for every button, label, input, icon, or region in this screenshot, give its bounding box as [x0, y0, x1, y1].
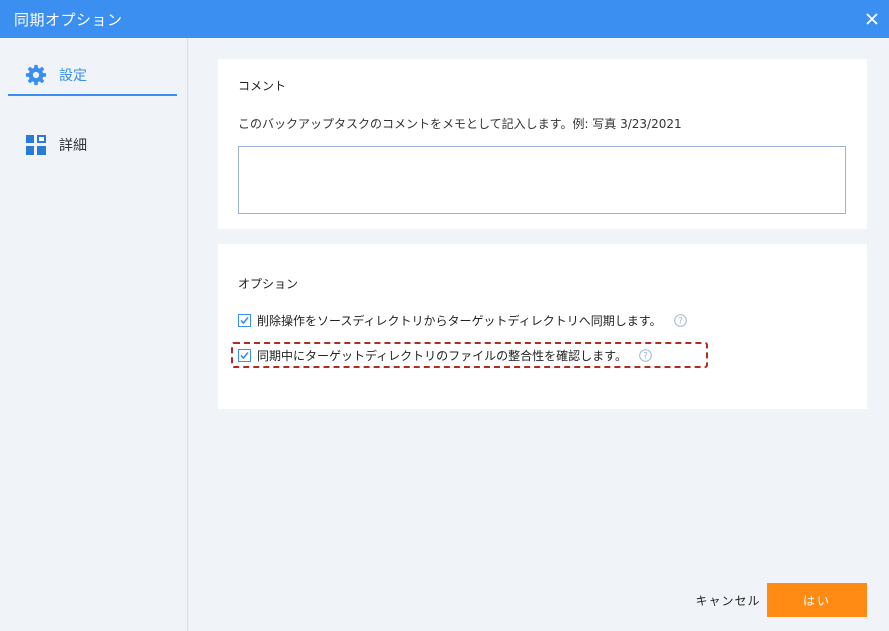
gear-icon [25, 64, 47, 86]
option-label: 削除操作をソースディレクトリからターゲットディレクトリへ同期します。 [257, 314, 662, 328]
sidebar: 設定 詳細 [0, 38, 188, 631]
close-button[interactable] [857, 4, 887, 34]
close-icon [866, 13, 878, 25]
highlight-box [231, 342, 708, 368]
window-title: 同期オプション [14, 11, 123, 29]
sidebar-item-label: 設定 [59, 68, 87, 84]
options-panel: オプション 削除操作をソースディレクトリからターゲットディレクトリへ同期します。… [218, 244, 867, 409]
cancel-button[interactable]: キャンセル [690, 583, 766, 617]
svg-text:?: ? [678, 317, 683, 327]
comment-input[interactable] [238, 146, 846, 214]
sidebar-item-details[interactable]: 詳細 [8, 124, 177, 164]
comment-heading: コメント [238, 79, 287, 93]
options-heading: オプション [238, 277, 299, 291]
title-bar: 同期オプション [0, 0, 889, 38]
help-icon[interactable]: ? [673, 314, 687, 327]
sidebar-item-label: 詳細 [59, 138, 87, 154]
sidebar-item-settings[interactable]: 設定 [8, 54, 177, 96]
comment-description: このバックアップタスクのコメントをメモとして記入します。例: 写真 3/23/2… [238, 117, 682, 131]
ok-button[interactable]: はい [767, 583, 867, 617]
checkbox-sync-delete[interactable] [238, 314, 251, 327]
option-sync-delete: 削除操作をソースディレクトリからターゲットディレクトリへ同期します。 ? [238, 312, 687, 329]
grid-icon [26, 135, 46, 155]
comment-panel: コメント このバックアップタスクのコメントをメモとして記入します。例: 写真 3… [218, 59, 867, 229]
